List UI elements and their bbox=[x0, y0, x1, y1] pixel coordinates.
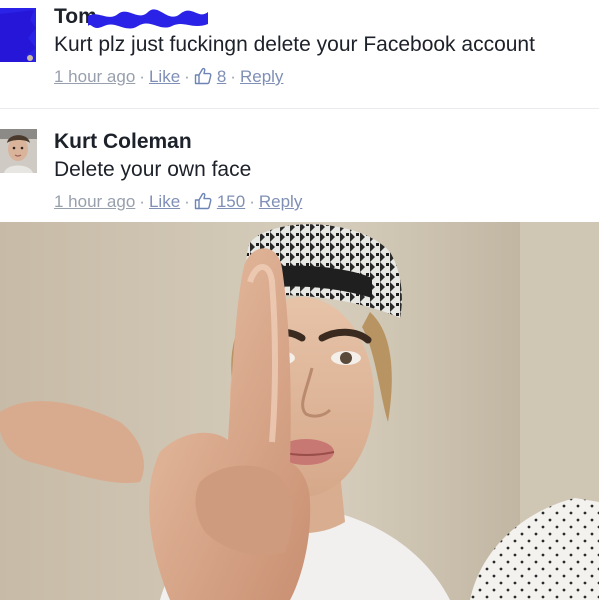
comment-thread: Tom Kurt plz just fuckingn delete your F… bbox=[0, 0, 599, 600]
blue-scribbled-avatar-icon bbox=[0, 8, 36, 62]
comment-meta: 1 hour ago · Like · 150 · Reply bbox=[54, 191, 591, 213]
comment-author[interactable]: Tom bbox=[54, 4, 208, 30]
reply-link[interactable]: Reply bbox=[240, 67, 283, 86]
commenter-avatar[interactable] bbox=[0, 129, 37, 173]
blue-scribble-icon bbox=[88, 9, 208, 29]
separator-dot: · bbox=[139, 67, 145, 86]
like-link[interactable]: Like bbox=[149, 192, 180, 211]
comment-text: Kurt plz just fuckingn delete your Faceb… bbox=[54, 33, 535, 56]
selfie-photo[interactable] bbox=[0, 222, 599, 600]
commenter-avatar[interactable] bbox=[0, 8, 36, 62]
comment-2: Kurt Coleman Delete your own face 1 hour… bbox=[0, 108, 599, 222]
comment-text: Delete your own face bbox=[54, 158, 252, 181]
comment-time-link[interactable]: 1 hour ago bbox=[54, 67, 135, 86]
comment-time-link[interactable]: 1 hour ago bbox=[54, 192, 135, 211]
like-count[interactable]: 150 bbox=[217, 192, 245, 211]
thumbs-up-icon bbox=[194, 67, 212, 85]
like-count[interactable]: 8 bbox=[217, 67, 226, 86]
separator-dot: · bbox=[249, 192, 255, 211]
separator-dot: · bbox=[184, 67, 190, 86]
reply-link[interactable]: Reply bbox=[259, 192, 302, 211]
comment-1: Tom Kurt plz just fuckingn delete your F… bbox=[0, 0, 599, 108]
selfie-photo-icon bbox=[0, 222, 599, 600]
comment-author[interactable]: Kurt Coleman bbox=[54, 129, 192, 155]
like-link[interactable]: Like bbox=[149, 67, 180, 86]
separator-dot: · bbox=[139, 192, 145, 211]
comment-body: Tom Kurt plz just fuckingn delete your F… bbox=[54, 4, 591, 88]
separator-dot: · bbox=[184, 192, 190, 211]
thumbs-up-icon bbox=[194, 192, 212, 210]
separator-dot: · bbox=[230, 67, 236, 86]
comment-meta: 1 hour ago · Like · 8 · Reply bbox=[54, 66, 591, 88]
comment-body: Kurt Coleman Delete your own face 1 hour… bbox=[54, 129, 591, 213]
like-count-link[interactable]: 8 bbox=[194, 67, 226, 86]
like-count-link[interactable]: 150 bbox=[194, 192, 245, 211]
profile-avatar-icon bbox=[0, 129, 37, 173]
